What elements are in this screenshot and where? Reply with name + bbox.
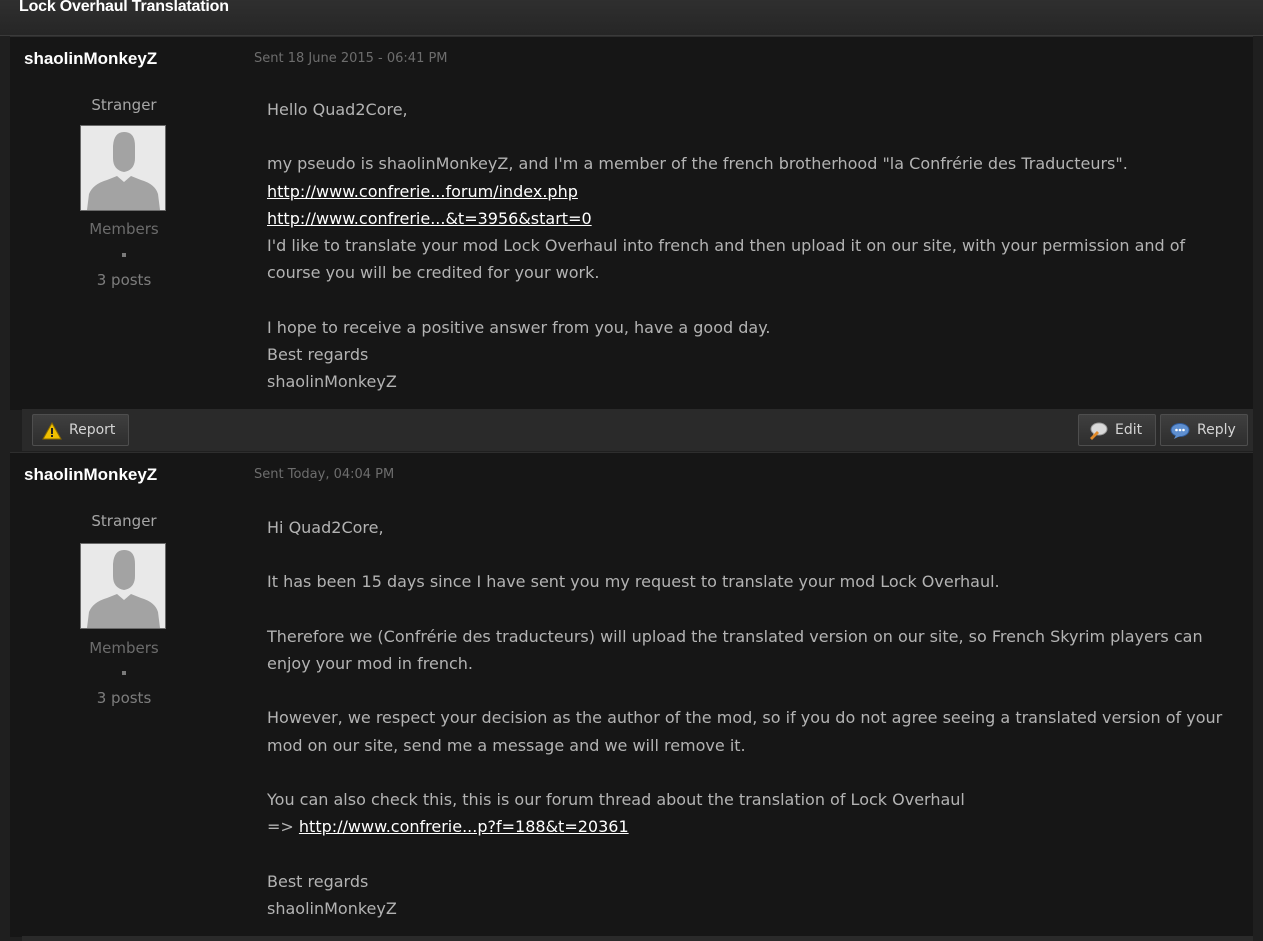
- arrow-text: =>: [267, 817, 294, 837]
- edit-label: Edit: [1115, 422, 1143, 438]
- default-avatar-icon: [81, 126, 165, 210]
- edit-button[interactable]: Edit: [1078, 414, 1156, 446]
- report-button[interactable]: Report: [32, 414, 129, 446]
- separator-dot: [122, 253, 126, 257]
- post-controls: Report Edit Reply: [22, 409, 1253, 451]
- warning-triangle-icon: [42, 421, 62, 440]
- edit-bubble-icon: [1088, 421, 1108, 440]
- external-link[interactable]: http://www.confrerie...forum/index.php: [267, 182, 578, 201]
- message-line: However, we respect your decision as the…: [267, 708, 1223, 755]
- message-line: shaolinMonkeyZ: [267, 898, 397, 918]
- reply-label: Reply: [1197, 422, 1236, 438]
- separator-dot: [122, 671, 126, 675]
- avatar[interactable]: [80, 125, 166, 211]
- reply-bubble-icon: [1170, 421, 1190, 439]
- post-count: 3 posts: [96, 271, 152, 289]
- message-post: shaolinMonkeyZ Sent 18 June 2015 - 06:41…: [10, 36, 1253, 410]
- report-label: Report: [69, 422, 116, 438]
- author-name[interactable]: shaolinMonkeyZ: [24, 49, 157, 69]
- post-count: 3 posts: [96, 689, 152, 707]
- message-line: Hi Quad2Core,: [267, 518, 384, 537]
- default-avatar-icon: [81, 544, 165, 628]
- avatar[interactable]: [80, 543, 166, 629]
- message-line: I'd like to translate your mod Lock Over…: [267, 236, 1186, 283]
- external-link[interactable]: http://www.confrerie...&t=3956&start=0: [267, 209, 592, 228]
- post-controls-strip: [22, 936, 1253, 941]
- member-rank: Stranger: [91, 96, 157, 114]
- author-name[interactable]: shaolinMonkeyZ: [24, 465, 157, 485]
- message-line: my pseudo is shaolinMonkeyZ, and I'm a m…: [267, 154, 1128, 174]
- reply-button[interactable]: Reply: [1160, 414, 1248, 446]
- member-rank: Stranger: [91, 512, 157, 530]
- message-line: Therefore we (Confrérie des traducteurs)…: [267, 626, 1203, 673]
- message-body: Hi Quad2Core, It has been 15 days since …: [267, 514, 1242, 922]
- member-group: Members: [89, 639, 159, 657]
- message-line: shaolinMonkeyZ: [267, 372, 397, 391]
- sent-date: Sent 18 June 2015 - 06:41 PM: [254, 51, 448, 66]
- message-line: I hope to receive a positive answer from…: [267, 317, 771, 337]
- external-link[interactable]: http://www.confrerie...p?f=188&t=20361: [299, 817, 629, 836]
- sent-date: Sent Today, 04:04 PM: [254, 467, 395, 482]
- message-line: It has been 15 days since I have sent yo…: [267, 572, 1000, 592]
- conversation-title: Lock Overhaul Translatation: [19, 0, 229, 15]
- message-body: Hello Quad2Core, my pseudo is shaolinMon…: [267, 96, 1242, 395]
- message-post: shaolinMonkeyZ Sent Today, 04:04 PM Stra…: [10, 452, 1253, 937]
- message-line: Best regards: [267, 344, 369, 364]
- conversation-title-bar: Lock Overhaul Translatation: [0, 0, 1263, 36]
- message-line: Best regards: [267, 871, 369, 891]
- member-group: Members: [89, 220, 159, 238]
- message-line: You can also check this, this is our for…: [267, 789, 965, 809]
- message-line: Hello Quad2Core,: [267, 100, 408, 119]
